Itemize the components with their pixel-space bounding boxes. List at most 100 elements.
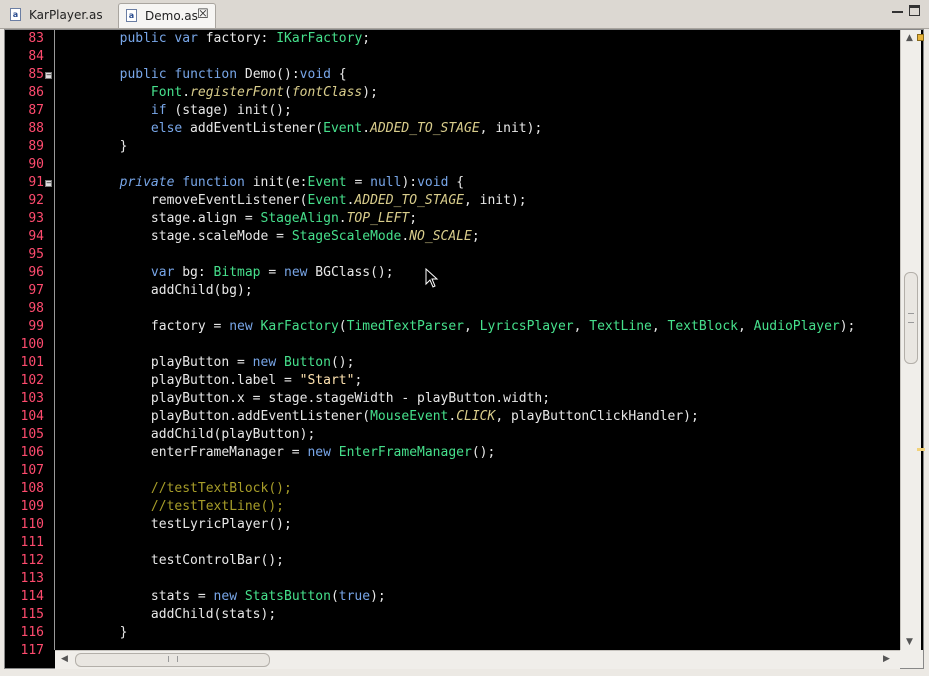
code-token: . <box>362 121 371 136</box>
code-token: public <box>119 31 167 46</box>
code-token: null <box>370 175 402 190</box>
code-token: StageAlign <box>260 211 339 226</box>
line-number: 107 <box>20 463 44 478</box>
code-token: registerFont <box>190 85 284 100</box>
actionscript-file-icon: a <box>126 9 137 22</box>
code-token: KarFactory <box>260 319 339 334</box>
scroll-left-arrow-icon[interactable]: ◀ <box>61 654 68 664</box>
close-icon[interactable]: ☒ <box>197 7 209 22</box>
code-token: true <box>338 589 371 604</box>
code-token: ); <box>370 589 386 604</box>
overview-ruler[interactable] <box>917 30 925 650</box>
code-text-area[interactable]: public var factory: IKarFactory; public … <box>55 30 895 650</box>
code-line[interactable]: playButton.addEventListener(MouseEvent.C… <box>57 408 699 426</box>
code-line[interactable]: playButton.x = stage.stageWidth - playBu… <box>57 390 550 408</box>
code-token: ); <box>362 85 378 100</box>
code-line[interactable]: stage.align = StageAlign.TOP_LEFT; <box>57 210 417 228</box>
code-token: stage.align = <box>57 211 261 226</box>
code-line[interactable]: public var factory: IKarFactory; <box>57 30 370 48</box>
scroll-down-arrow-icon[interactable]: ▼ <box>906 637 913 647</box>
code-token: CLICK <box>456 409 496 424</box>
code-line[interactable]: enterFrameManager = new EnterFrameManage… <box>57 444 495 462</box>
code-token: , <box>651 319 668 334</box>
code-token: Button <box>283 355 331 370</box>
code-line[interactable]: testLyricPlayer(); <box>57 516 292 534</box>
line-number: 92 <box>28 193 44 208</box>
code-line[interactable]: playButton.label = "Start"; <box>57 372 362 390</box>
code-token: enterFrameManager = <box>57 445 308 460</box>
code-token: ( <box>283 85 292 100</box>
code-line[interactable]: addChild(playButton); <box>57 426 315 444</box>
minimize-button[interactable] <box>892 5 903 13</box>
warning-indicator-icon[interactable] <box>917 34 924 41</box>
scroll-up-arrow-icon[interactable]: ▲ <box>906 33 913 43</box>
code-token: AudioPlayer <box>753 319 840 334</box>
line-number: 93 <box>28 211 44 226</box>
code-token: stage.scaleMode = <box>57 229 292 244</box>
tab-demo[interactable]: a Demo.as ☒ <box>118 3 216 28</box>
code-line[interactable]: public function Demo():void { <box>57 66 347 84</box>
code-line[interactable]: else addEventListener(Event.ADDED_TO_STA… <box>57 120 542 138</box>
code-line[interactable]: var bg: Bitmap = new BGClass(); <box>57 264 394 282</box>
ruler-annotation-mark[interactable] <box>917 448 925 451</box>
code-line[interactable]: } <box>57 138 128 156</box>
code-token: new <box>229 319 253 334</box>
code-token: LyricsPlayer <box>479 319 574 334</box>
line-number: 94 <box>28 229 44 244</box>
code-token: ); <box>839 319 856 334</box>
code-line[interactable]: } <box>57 624 128 642</box>
code-token: ; <box>362 31 371 46</box>
line-number: 117 <box>20 643 44 658</box>
code-token: Event <box>323 121 363 136</box>
code-editor[interactable]: 83 84 85−86 87 88 89 90 91−92 93 94 95 96 97 98 99 100 1… <box>4 29 925 669</box>
tab-karplayer[interactable]: a KarPlayer.as <box>3 3 116 28</box>
horizontal-scrollbar[interactable]: ◀ ▶ <box>55 650 900 669</box>
code-line[interactable]: Font.registerFont(fontClass); <box>57 84 378 102</box>
code-token: IKarFactory <box>276 31 363 46</box>
code-line[interactable]: factory = new KarFactory(TimedTextParser… <box>57 318 855 336</box>
code-line[interactable]: removeEventListener(Event.ADDED_TO_STAGE… <box>57 192 527 210</box>
code-token: new <box>213 589 238 604</box>
code-line[interactable]: testControlBar(); <box>57 552 284 570</box>
code-line[interactable]: stage.scaleMode = StageScaleMode.NO_SCAL… <box>57 228 480 246</box>
code-token: playButton = <box>57 355 253 370</box>
code-token: , init); <box>479 121 543 136</box>
code-token: ADDED_TO_STAGE <box>354 193 464 208</box>
code-line[interactable]: addChild(bg); <box>57 282 253 300</box>
fold-toggle-icon[interactable]: − <box>45 180 52 187</box>
code-line[interactable]: //testTextLine(); <box>57 498 284 516</box>
code-token: Event <box>307 193 347 208</box>
code-token: public <box>119 67 167 82</box>
code-token: addChild(stats); <box>57 607 277 622</box>
vertical-scroll-thumb[interactable] <box>904 272 918 364</box>
line-number: 86 <box>28 85 44 100</box>
code-token: new <box>307 445 331 460</box>
scroll-right-arrow-icon[interactable]: ▶ <box>883 654 890 664</box>
maximize-button[interactable] <box>909 5 920 16</box>
code-line[interactable]: playButton = new Button(); <box>57 354 355 372</box>
code-line[interactable]: private function init(e:Event = null):vo… <box>57 174 464 192</box>
line-number: 98 <box>28 301 44 316</box>
code-line[interactable]: //testTextBlock(); <box>57 480 292 498</box>
actionscript-file-icon: a <box>10 8 21 21</box>
code-token: . <box>448 409 457 424</box>
horizontal-scroll-thumb[interactable] <box>75 653 270 667</box>
code-line[interactable]: stats = new StatsButton(true); <box>57 588 386 606</box>
line-number: 111 <box>20 535 44 550</box>
code-line[interactable]: if (stage) init(); <box>57 102 292 120</box>
code-token: init(e: <box>244 175 308 190</box>
code-token: , init); <box>464 193 527 208</box>
code-line[interactable]: addChild(stats); <box>57 606 276 624</box>
code-token: var <box>174 31 198 46</box>
line-number: 96 <box>28 265 44 280</box>
fold-toggle-icon[interactable]: − <box>45 72 52 79</box>
line-number: 109 <box>20 499 44 514</box>
